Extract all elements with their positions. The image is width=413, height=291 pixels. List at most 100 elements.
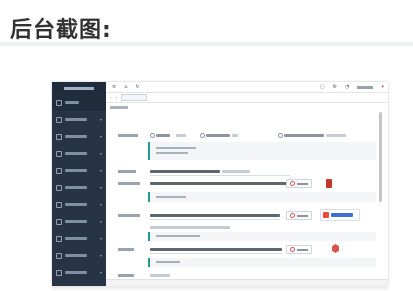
sidebar-item-label: [65, 271, 87, 274]
screenshot-shadow: [52, 286, 388, 291]
notification-icon[interactable]: ◔: [345, 84, 349, 90]
sidebar-item-10[interactable]: ▾: [52, 247, 106, 264]
sidebar-item-label: [65, 254, 87, 257]
field-value: [150, 214, 280, 217]
upload-button[interactable]: [286, 211, 312, 220]
option-text: [326, 134, 346, 137]
admin-screenshot: ▾ ▾ ▾ ▾ ▾ ▾ ▾ ▾ ▾ ▾ ≡ ⌂ ↻ ▢ ⚙ ◔ ▾ ‹ ›: [52, 82, 388, 286]
toolbar-right: ▢ ⚙ ◔ ▾: [320, 84, 384, 90]
radio-button[interactable]: [150, 133, 155, 138]
menu-icon: [56, 235, 62, 242]
sidebar-item-label: [65, 237, 87, 240]
field-value: [150, 248, 282, 251]
field-label: [118, 274, 134, 277]
sidebar-item-label: [65, 203, 87, 206]
sidebar-item-4[interactable]: ▾: [52, 145, 106, 162]
icon-preview: [332, 244, 339, 253]
menu-icon: [56, 150, 62, 157]
home-icon[interactable]: ⌂: [124, 84, 127, 90]
forward-icon[interactable]: ›: [116, 95, 118, 100]
scrollbar[interactable]: [379, 112, 382, 202]
chevron-down-icon: ▾: [99, 202, 102, 207]
breadcrumb: [110, 106, 128, 109]
field-label: [118, 214, 140, 217]
chevron-down-icon: ▾: [99, 168, 102, 173]
menu-icon: [56, 167, 62, 174]
option-text: [156, 134, 170, 137]
field-value: [150, 274, 170, 277]
sidebar-item-2[interactable]: ▾: [52, 111, 106, 128]
sidebar-item-9[interactable]: ▾: [52, 230, 106, 247]
field-label: [118, 182, 140, 185]
menu-icon: [56, 116, 62, 123]
logo-preview: [320, 209, 360, 221]
menu-icon: [56, 133, 62, 140]
image-preview: [326, 179, 332, 188]
tab-active[interactable]: [121, 94, 148, 101]
sidebar-item-7[interactable]: ▾: [52, 196, 106, 213]
option-text: [206, 134, 230, 137]
field-value: [150, 182, 300, 185]
chevron-down-icon: ▾: [99, 236, 102, 241]
field-value: [150, 226, 230, 229]
sidebar-item-5[interactable]: ▾: [52, 162, 106, 179]
chevron-down-icon: ▾: [99, 219, 102, 224]
chevron-down-icon: ▾: [99, 134, 102, 139]
chevron-down-icon: ▾: [99, 151, 102, 156]
sidebar-item-11[interactable]: ▾: [52, 264, 106, 281]
field-label: [118, 170, 136, 173]
sidebar-item-label: [65, 118, 87, 121]
upload-button[interactable]: [286, 179, 312, 188]
sidebar-item-label: [65, 101, 79, 104]
settings-icon[interactable]: ⚙: [333, 84, 337, 90]
sidebar-item-3[interactable]: ▾: [52, 128, 106, 145]
sidebar-item-label: [65, 152, 87, 155]
chevron-down-icon: ▾: [99, 270, 102, 275]
sidebar-item-label: [65, 220, 87, 223]
sidebar-item-1[interactable]: [52, 94, 106, 111]
hint-box: [148, 232, 376, 241]
chevron-down-icon: ▾: [381, 84, 384, 90]
chevron-down-icon: ▾: [99, 185, 102, 190]
menu-icon: [56, 269, 62, 276]
horizontal-scrollbar[interactable]: [106, 279, 388, 286]
header-divider: [0, 42, 413, 46]
hint-box: [148, 192, 376, 202]
menu-icon: [56, 201, 62, 208]
sidebar-item-8[interactable]: ▾: [52, 213, 106, 230]
field-label: [118, 134, 138, 137]
option-text: [284, 134, 324, 137]
sidebar: ▾ ▾ ▾ ▾ ▾ ▾ ▾ ▾ ▾ ▾: [52, 82, 106, 286]
radio-button[interactable]: [278, 133, 283, 138]
hint-box: [148, 142, 376, 160]
sidebar-item-label: [65, 135, 87, 138]
page-title: 后台截图:: [10, 18, 112, 43]
chevron-down-icon: ▾: [99, 117, 102, 122]
back-icon[interactable]: ‹: [110, 95, 112, 100]
field-value: [150, 170, 220, 173]
menu-icon: [56, 252, 62, 259]
sidebar-logo: [52, 82, 106, 94]
tabs-bar: ‹ ›: [106, 93, 388, 103]
upload-button[interactable]: [286, 245, 312, 254]
menu-icon: [56, 218, 62, 225]
menu-toggle-icon[interactable]: ≡: [112, 84, 116, 90]
refresh-icon[interactable]: ↻: [135, 84, 139, 90]
field-underline: [150, 253, 282, 254]
sidebar-item-label: [65, 169, 87, 172]
radio-button[interactable]: [200, 133, 205, 138]
menu-icon: [56, 99, 62, 106]
option-text: [176, 134, 186, 137]
fullscreen-icon[interactable]: ▢: [320, 84, 325, 90]
option-text: [232, 134, 238, 137]
top-toolbar: ≡ ⌂ ↻ ▢ ⚙ ◔ ▾: [106, 82, 388, 93]
field-underline: [150, 175, 290, 176]
sidebar-item-label: [65, 186, 87, 189]
field-label: [118, 248, 134, 251]
field-underline: [150, 219, 280, 220]
sidebar-item-6[interactable]: ▾: [52, 179, 106, 196]
field-value: [222, 170, 250, 173]
user-name[interactable]: [357, 86, 374, 89]
chevron-down-icon: ▾: [99, 253, 102, 258]
main-panel: ≡ ⌂ ↻ ▢ ⚙ ◔ ▾ ‹ ›: [106, 82, 388, 286]
